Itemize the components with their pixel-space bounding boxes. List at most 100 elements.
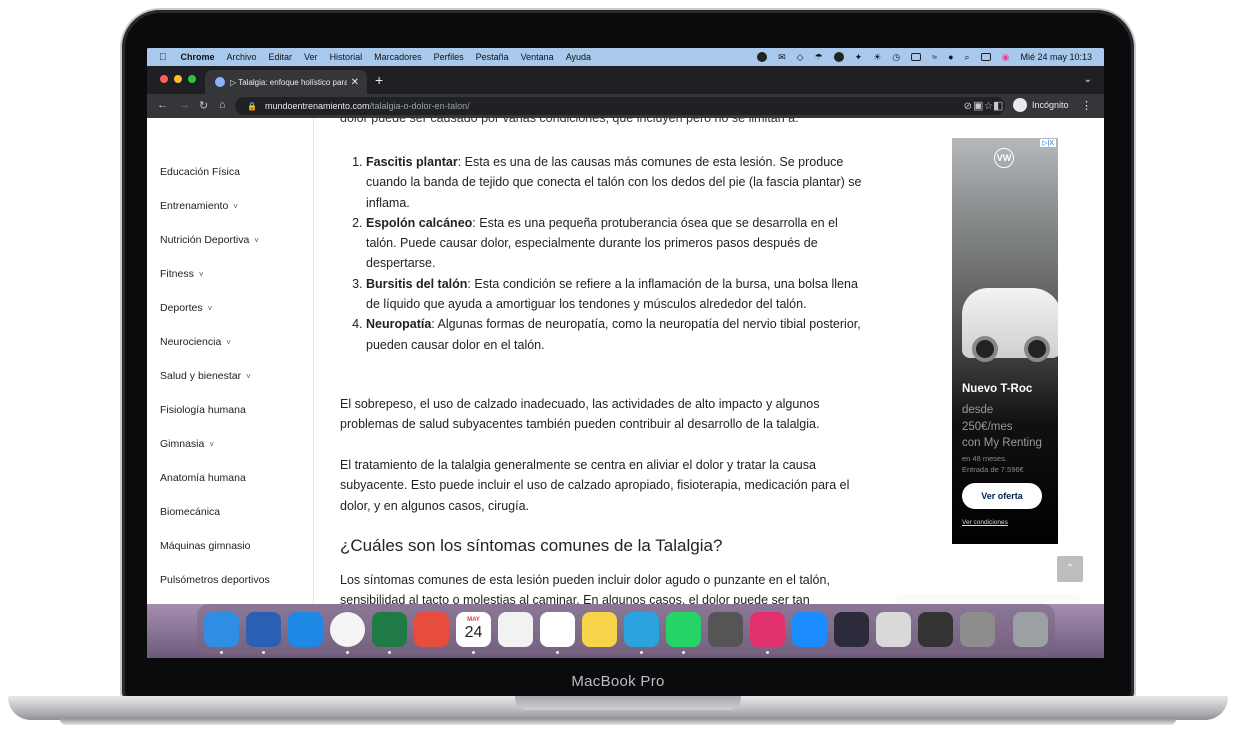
scroll-to-top-button[interactable]: ⌃: [1057, 556, 1083, 582]
chevron-down-icon[interactable]: ˅: [254, 236, 259, 245]
mail-icon[interactable]: [414, 611, 449, 647]
adchoices-icon[interactable]: ▷|X: [1040, 139, 1056, 147]
tab-talalgia[interactable]: ▷ Talalgia: enfoque holístico para... ✕: [205, 70, 367, 94]
incognito-profile[interactable]: Incógnito: [1013, 98, 1069, 112]
sidebar-item[interactable]: Gimnasia ˅: [160, 438, 214, 450]
sidebar-item[interactable]: Pulsómetros deportivos: [160, 574, 270, 586]
ver-oferta-button[interactable]: Ver oferta: [962, 483, 1042, 509]
safari-icon[interactable]: [288, 611, 323, 647]
sidepanel-icon[interactable]: ◧: [993, 99, 1003, 112]
cast-icon[interactable]: ▣: [973, 99, 983, 112]
menu-pestana[interactable]: Pestaña: [476, 52, 509, 62]
battery-icon[interactable]: [911, 53, 922, 61]
sidebar-item-label: Educación Física: [160, 166, 240, 178]
sidebar-item[interactable]: Deportes ˅: [160, 302, 212, 314]
sidebar-item[interactable]: Nutrición Deportiva ˅: [160, 234, 259, 246]
chevron-down-icon[interactable]: ˅: [199, 270, 204, 279]
ad-price-line: 250€/mes: [962, 420, 1013, 433]
menu-app[interactable]: Chrome: [181, 52, 215, 62]
wifi-icon[interactable]: ≈: [932, 52, 937, 62]
shortcut-icon[interactable]: ✦: [855, 52, 863, 63]
tab-search-icon[interactable]: ⌄: [1084, 74, 1092, 85]
status-app-icon-2[interactable]: [833, 52, 844, 62]
speed-icon[interactable]: [708, 611, 743, 647]
sidebar-item[interactable]: Neurociencia ˅: [160, 336, 231, 348]
chevron-down-icon[interactable]: ˅: [226, 338, 231, 347]
excel-icon[interactable]: [372, 611, 407, 654]
menu-historial[interactable]: Historial: [330, 52, 363, 62]
calendar-month: MAY: [467, 617, 480, 623]
finder-icon[interactable]: [204, 611, 239, 654]
sidebar-item-label: Deportes: [160, 302, 203, 314]
sidebar-item[interactable]: Salud y bienestar ˅: [160, 370, 251, 382]
eye-off-icon[interactable]: ⊘: [964, 101, 972, 112]
menu-ayuda[interactable]: Ayuda: [566, 52, 591, 62]
cloud-icon[interactable]: ☂: [815, 52, 823, 63]
menu-editar[interactable]: Editar: [269, 52, 293, 62]
siri-icon[interactable]: ◉: [1002, 52, 1010, 63]
back-arrow-icon[interactable]: ←: [157, 99, 168, 111]
user-icon[interactable]: ●: [948, 52, 953, 62]
url-text[interactable]: mundoentrenamiento.com/talalgia-o-dolor-…: [265, 101, 470, 111]
menu-marcadores[interactable]: Marcadores: [374, 52, 422, 62]
launchpad-icon[interactable]: [876, 611, 911, 647]
bookmark-star-icon[interactable]: ☆: [984, 101, 993, 112]
menubar-clock[interactable]: Mié 24 may 10:13: [1020, 52, 1092, 62]
menu-archivo[interactable]: Archivo: [227, 52, 257, 62]
word-icon[interactable]: [246, 611, 281, 654]
sun-icon[interactable]: ☀: [873, 52, 881, 63]
running-indicator: [262, 650, 265, 654]
reminders-icon[interactable]: [498, 611, 533, 647]
ver-condiciones-link[interactable]: Ver condiciones: [962, 519, 1008, 526]
whatsapp-icon[interactable]: [666, 611, 701, 654]
address-bar[interactable]: 🔒 mundoentrenamiento.com/talalgia-o-dolo…: [235, 97, 1005, 115]
screen:  Chrome Archivo Editar Ver Historial Ma…: [147, 48, 1104, 658]
mail-icon[interactable]: ✉: [778, 52, 786, 63]
chevron-down-icon[interactable]: ˅: [233, 202, 238, 211]
sidebar-item[interactable]: Educación Física: [160, 166, 240, 178]
messages-icon[interactable]: [792, 611, 827, 647]
diamond-icon[interactable]: ◇: [797, 52, 804, 63]
sidebar-item[interactable]: Máquinas gimnasio: [160, 540, 250, 552]
sidebar-item[interactable]: Fisiología humana: [160, 404, 246, 416]
apple-icon[interactable]: : [159, 52, 167, 63]
trash-icon[interactable]: [1013, 611, 1048, 647]
menu-perfiles[interactable]: Perfiles: [434, 52, 464, 62]
control-center-icon[interactable]: [980, 53, 991, 61]
history-icon[interactable]: ◷: [892, 52, 900, 63]
spotlight-icon[interactable]: ⌕: [965, 52, 970, 63]
davinci-icon[interactable]: [834, 611, 869, 647]
reload-icon[interactable]: ↻: [199, 99, 208, 112]
instagram-icon[interactable]: [750, 611, 785, 654]
menu-ventana[interactable]: Ventana: [521, 52, 554, 62]
close-window-button[interactable]: [160, 75, 168, 83]
chevron-down-icon[interactable]: ˅: [208, 304, 213, 313]
status-app-icon[interactable]: [757, 52, 768, 62]
sidebar-item[interactable]: Biomecánica: [160, 506, 220, 518]
chevron-down-icon[interactable]: ˅: [209, 440, 214, 449]
minimize-window-button[interactable]: [174, 75, 182, 83]
sidebar-item[interactable]: Anatomía humana: [160, 472, 246, 484]
system-settings-icon[interactable]: [960, 611, 995, 647]
calendar-icon[interactable]: MAY 24: [456, 611, 491, 654]
tab-close-icon[interactable]: ✕: [351, 77, 359, 88]
chevron-down-icon[interactable]: ˅: [246, 372, 251, 381]
telegram-icon[interactable]: [624, 611, 659, 654]
home-icon[interactable]: ⌂: [219, 99, 226, 111]
notes-icon[interactable]: [582, 611, 617, 647]
menu-ver[interactable]: Ver: [304, 52, 318, 62]
slack-icon[interactable]: [540, 611, 575, 654]
lock-icon[interactable]: 🔒: [247, 102, 257, 111]
quicktime-icon[interactable]: [918, 611, 953, 647]
sidebar-item[interactable]: Fitness ˅: [160, 268, 204, 280]
vw-advertisement[interactable]: ▷|X VW Nuevo T-Roc desde 250€/mes con My…: [952, 138, 1058, 544]
laptop-notch: [515, 696, 741, 710]
forward-arrow-icon[interactable]: →: [179, 99, 190, 111]
chrome-menu-icon[interactable]: ⋮: [1081, 99, 1092, 112]
zoom-window-button[interactable]: [188, 75, 196, 83]
cause-term: Neuropatía: [366, 317, 432, 332]
cause-term: Fascitis plantar: [366, 155, 458, 169]
new-tab-button[interactable]: +: [375, 72, 383, 88]
chrome-icon[interactable]: [330, 611, 365, 654]
sidebar-item[interactable]: Entrenamiento ˅: [160, 200, 238, 212]
